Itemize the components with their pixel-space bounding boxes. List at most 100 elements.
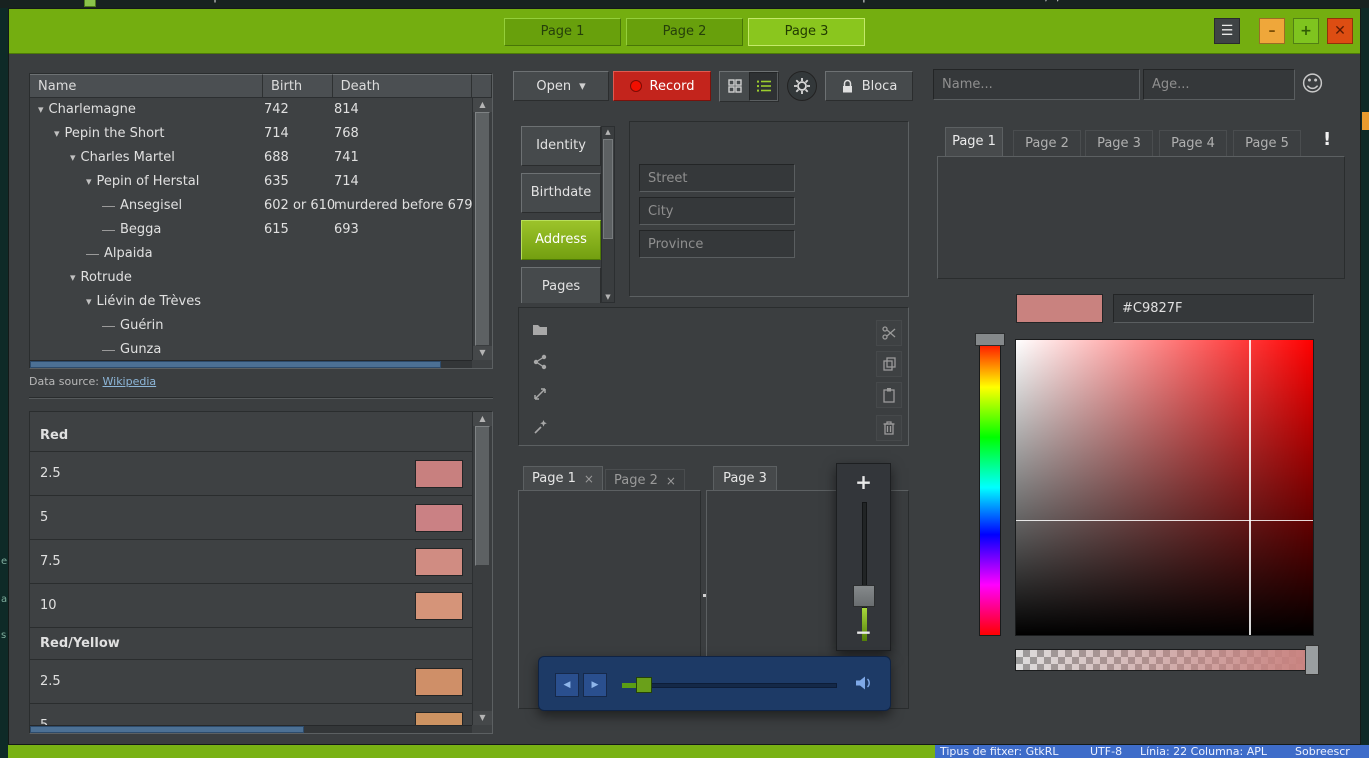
magic-wand-button[interactable] — [527, 414, 553, 440]
table-row[interactable]: ▾Pepin the Short 714 768 — [30, 122, 492, 146]
scrollbar-thumb[interactable] — [475, 426, 490, 566]
name-input[interactable] — [933, 69, 1140, 100]
table-row[interactable]: ▾Pepin of Herstal 635 714 — [30, 170, 492, 194]
color-list-vertical-scrollbar[interactable]: ▲ ▼ — [472, 412, 492, 725]
right-tab-page2[interactable]: Page 2 — [1013, 130, 1081, 157]
lock-button[interactable]: Bloca — [825, 71, 913, 101]
right-tab-page3[interactable]: Page 3 — [1085, 130, 1153, 157]
scroll-up-icon[interactable]: ▲ — [602, 128, 614, 136]
table-row[interactable]: Gunza — [30, 338, 492, 362]
next-button[interactable]: ▶ — [583, 673, 607, 697]
expand-arrow-icon[interactable]: ▾ — [86, 170, 92, 194]
doc-tab-page2[interactable]: Page 2 × — [605, 469, 685, 491]
close-button[interactable]: ✕ — [1327, 18, 1353, 44]
age-input[interactable] — [1143, 69, 1295, 100]
table-row[interactable]: Begga 615 693 — [30, 218, 492, 242]
expand-arrow-icon[interactable]: ▾ — [86, 290, 92, 314]
zoom-slider-handle[interactable] — [853, 585, 875, 607]
province-field[interactable] — [639, 230, 795, 258]
scroll-up-icon[interactable]: ▲ — [473, 412, 492, 426]
hex-color-input[interactable] — [1113, 294, 1314, 323]
table-row[interactable]: ▾Charlemagne 742 814 — [30, 98, 492, 122]
right-tab-page1[interactable]: Page 1 — [945, 127, 1003, 157]
tree-vertical-scrollbar[interactable]: ▲ ▼ — [472, 98, 492, 360]
right-tab-page4[interactable]: Page 4 — [1159, 130, 1227, 157]
list-item[interactable]: 2.5 — [30, 660, 474, 704]
expand-arrow-icon[interactable]: ▾ — [38, 98, 44, 122]
titlebar-tab-page1[interactable]: Page 1 — [504, 18, 621, 46]
nav-item-address[interactable]: Address — [521, 220, 601, 260]
delete-button[interactable] — [876, 415, 902, 441]
tab-close-icon[interactable]: × — [666, 469, 676, 493]
titlebar-tab-page3[interactable]: Page 3 — [748, 18, 865, 46]
menu-button[interactable]: ☰ — [1214, 18, 1240, 44]
list-view-button[interactable] — [749, 72, 778, 101]
copy-button[interactable] — [876, 351, 902, 377]
open-button[interactable]: Open ▾ — [513, 71, 609, 101]
record-button[interactable]: Record — [613, 71, 711, 101]
scrollbar-thumb[interactable] — [603, 139, 613, 239]
nav-item-pages[interactable]: Pages — [521, 267, 601, 303]
zoom-out-button[interactable]: − — [837, 620, 890, 644]
maximize-button[interactable]: + — [1293, 18, 1319, 44]
seek-slider-track[interactable] — [622, 683, 837, 688]
scrollbar-thumb[interactable] — [475, 112, 490, 346]
table-row[interactable]: ▾Charles Martel 688 741 — [30, 146, 492, 170]
doc-tab-page3[interactable]: Page 3 — [713, 466, 777, 491]
expand-arrow-icon[interactable]: ▾ — [70, 146, 76, 170]
list-item[interactable]: 10 — [30, 584, 474, 628]
volume-button[interactable] — [855, 675, 873, 691]
scroll-up-icon[interactable]: ▲ — [473, 98, 492, 112]
expand-arrow-icon[interactable]: ▾ — [54, 122, 60, 146]
list-item[interactable]: 7.5 — [30, 540, 474, 584]
splitter-grip[interactable] — [703, 594, 706, 597]
grid-view-button[interactable] — [720, 72, 749, 101]
scroll-down-icon[interactable]: ▼ — [473, 346, 492, 360]
folder-button[interactable] — [527, 316, 553, 342]
alert-button[interactable]: ! — [1323, 129, 1331, 150]
wikipedia-link[interactable]: Wikipedia — [103, 375, 157, 388]
cut-button[interactable] — [876, 320, 902, 346]
table-row[interactable]: Guérin — [30, 314, 492, 338]
nav-item-birthdate[interactable]: Birthdate — [521, 173, 601, 213]
paste-button[interactable] — [876, 382, 902, 408]
saturation-value-picker[interactable] — [1015, 339, 1314, 636]
table-row[interactable]: Alpaida — [30, 242, 492, 266]
column-header-name[interactable]: Name — [30, 74, 263, 97]
doc-tab-page1[interactable]: Page 1 × — [523, 466, 603, 491]
expand-arrow-icon[interactable]: ▾ — [70, 266, 76, 290]
tab-close-icon[interactable]: × — [584, 467, 594, 491]
zoom-in-button[interactable]: + — [837, 470, 890, 494]
color-list-horizontal-scrollbar[interactable] — [30, 725, 472, 733]
smiley-button[interactable]: ☺ — [1301, 71, 1324, 99]
street-field[interactable] — [639, 164, 795, 192]
alpha-slider-handle[interactable] — [1305, 645, 1319, 675]
hue-slider[interactable] — [979, 339, 1001, 636]
tree-horizontal-scrollbar[interactable] — [30, 360, 472, 368]
list-item[interactable]: 5 — [30, 496, 474, 540]
right-tab-page5[interactable]: Page 5 — [1233, 130, 1301, 157]
hue-slider-handle[interactable] — [975, 333, 1005, 346]
scrollbar-thumb[interactable] — [30, 361, 441, 368]
scrollbar-thumb[interactable] — [30, 726, 304, 733]
column-header-death[interactable]: Death — [333, 74, 472, 97]
previous-button[interactable]: ◀ — [555, 673, 579, 697]
form-nav-scrollbar[interactable]: ▲ ▼ — [601, 126, 615, 303]
minimize-button[interactable]: – — [1259, 18, 1285, 44]
city-field[interactable] — [639, 197, 795, 225]
expand-button[interactable] — [527, 381, 553, 407]
seek-slider-handle[interactable] — [636, 677, 652, 693]
scroll-down-icon[interactable]: ▼ — [473, 711, 492, 725]
list-item[interactable]: 2.5 — [30, 452, 474, 496]
table-row[interactable]: ▾Rotrude — [30, 266, 492, 290]
table-row[interactable]: Ansegisel 602 or 610 murdered before 679 — [30, 194, 492, 218]
settings-button[interactable] — [787, 71, 817, 101]
column-header-birth[interactable]: Birth — [263, 74, 333, 97]
table-row[interactable]: ▾Liévin de Trèves — [30, 290, 492, 314]
nav-label: Identity — [536, 138, 586, 153]
titlebar-tab-page2[interactable]: Page 2 — [626, 18, 743, 46]
nav-item-identity[interactable]: Identity — [521, 126, 601, 166]
share-button[interactable] — [527, 349, 553, 375]
alpha-slider[interactable] — [1015, 649, 1314, 671]
scroll-down-icon[interactable]: ▼ — [602, 293, 614, 301]
